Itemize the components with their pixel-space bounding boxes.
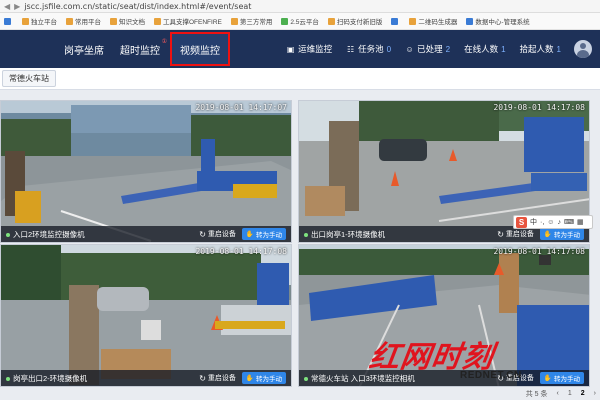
camera-name: 岗亭出口2-环境摄像机 — [6, 373, 87, 384]
restart-device-button[interactable]: ↻ 重启设备 — [199, 373, 236, 383]
camera-feed[interactable]: 2019-08-01 14:17:07 入口2环境监控摄像机 ↻ 重启设备 ✋ 转为… — [0, 100, 292, 243]
camera-toolbar: 入口2环境监控摄像机 ↻ 重启设备 ✋ 转为手动 — [1, 226, 291, 242]
tab-video-monitor[interactable]: 视频监控 — [170, 32, 230, 66]
folder-icon — [230, 17, 238, 25]
punctuation-icon[interactable]: ·, — [540, 219, 544, 226]
user-check-icon: ☺ — [405, 44, 414, 54]
switch-manual-button[interactable]: ✋ 转为手动 — [539, 228, 584, 240]
camera-feed[interactable]: 2019-08-01 14:17:08 岗亭出口2-环境摄像机 ↻ 重启设备 ✋ 转… — [0, 244, 292, 387]
bookmark[interactable]: 独立平台 — [22, 16, 57, 26]
bookmark[interactable]: 二维码生成器 — [409, 16, 457, 26]
camera-video-frame — [1, 101, 291, 242]
prev-page-button[interactable]: ‹ — [557, 390, 559, 397]
globe-icon — [281, 17, 289, 25]
refresh-icon: ↻ — [199, 229, 206, 239]
online-dot-icon — [6, 376, 10, 381]
watermark-logo: 红网时刻 REDNET.CN — [367, 340, 522, 381]
page-icon — [466, 17, 474, 25]
mic-icon[interactable]: ♪ — [557, 219, 561, 226]
grid-icon[interactable]: ▦ — [577, 218, 584, 226]
online-dot-icon — [304, 232, 308, 237]
restart-device-button[interactable]: ↻ 重启设备 — [497, 229, 534, 239]
folder-icon — [110, 17, 117, 25]
bookmark[interactable]: 扫码支付新旧版 — [327, 16, 382, 26]
camera-name: 出口岗亭1-环境摄像机 — [304, 229, 385, 240]
bookmark[interactable] — [4, 17, 13, 25]
bookmark[interactable] — [391, 17, 400, 25]
switch-manual-button[interactable]: ✋ 转为手动 — [241, 228, 286, 240]
pickup-count: 拾起人数 1 — [519, 44, 561, 54]
bookmark[interactable]: 常用平台 — [66, 16, 101, 26]
app-header: 岗亭坐席 超时监控 ① 视频监控 ▣ 运维监控 ☷ 任务池 0 ☺ 已处理 2 在… — [0, 30, 600, 68]
avatar[interactable] — [574, 40, 592, 58]
task-pool-button[interactable]: ☷ 任务池 0 — [339, 30, 398, 68]
camera-video-frame — [1, 245, 291, 386]
folder-icon — [327, 17, 335, 25]
camera-timestamp: 2019-08-01 14:17:08 — [195, 247, 287, 256]
hand-icon: ✋ — [245, 231, 254, 238]
page-1-button[interactable]: 1 — [568, 390, 572, 397]
page-icon — [391, 17, 399, 25]
ime-toolbar[interactable]: S 中 ·, ☺ ♪ ⌨ ▦ — [513, 215, 593, 229]
camera-timestamp: 2019-08-01 14:17:07 — [195, 103, 287, 112]
ops-monitor-button[interactable]: ▣ 运维监控 — [279, 30, 339, 68]
task-pool-count: 0 — [386, 44, 392, 54]
tab-timeout-monitor[interactable]: 超时监控 ① — [112, 30, 168, 68]
bookmark-icon — [4, 17, 11, 25]
ime-logo-icon: S — [516, 216, 527, 228]
online-dot-icon — [6, 232, 10, 237]
ime-mode[interactable]: 中 — [530, 217, 537, 227]
bookmark[interactable]: 知识文档 — [110, 16, 145, 26]
processed-button[interactable]: ☺ 已处理 2 — [398, 30, 457, 68]
address-bar[interactable]: ◀ ▶ jscc.jsfile.com.cn/static/seat/dist/… — [0, 0, 600, 13]
emoji-icon[interactable]: ☺ — [547, 219, 554, 226]
page-2-button[interactable]: 2 — [581, 390, 585, 397]
online-dot-icon — [304, 376, 308, 381]
refresh-icon: ↻ — [497, 229, 504, 239]
url-text[interactable]: jscc.jsfile.com.cn/static/seat/dist/inde… — [24, 2, 251, 11]
folder-icon — [66, 17, 73, 25]
camera-timestamp: 2019-08-01 14:17:08 — [493, 247, 585, 256]
station-bar: 常德火车站 — [0, 68, 600, 90]
refresh-icon: ↻ — [199, 373, 206, 383]
next-page-button[interactable]: › — [594, 390, 596, 397]
folder-icon — [409, 17, 417, 25]
bookmark[interactable]: 第三方常用 — [230, 16, 272, 26]
station-select[interactable]: 常德火车站 — [2, 70, 56, 87]
bookmark[interactable]: 2.5云平台 — [281, 16, 319, 26]
back-icon[interactable]: ◀ — [4, 2, 10, 11]
hand-icon: ✋ — [245, 375, 254, 382]
folder-icon — [22, 17, 29, 25]
processed-count: 2 — [445, 44, 451, 54]
task-icon: ☷ — [347, 44, 355, 54]
header-status-group: ▣ 运维监控 ☷ 任务池 0 ☺ 已处理 2 在线人数 1 拾起人数 1 — [279, 30, 600, 68]
total-count: 共 5 条 — [525, 390, 548, 398]
folder-icon — [154, 17, 161, 25]
forward-icon[interactable]: ▶ — [14, 2, 20, 11]
monitor-icon: ▣ — [286, 44, 295, 54]
camera-timestamp: 2019-08-01 14:17:08 — [493, 103, 585, 112]
online-count: 在线人数 1 — [464, 44, 506, 54]
camera-toolbar: 岗亭出口2-环境摄像机 ↻ 重启设备 ✋ 转为手动 — [1, 370, 291, 386]
timeout-badge: ① — [161, 39, 167, 45]
pagination: 共 5 条 ‹ 1 2 › — [526, 387, 596, 400]
restart-device-button[interactable]: ↻ 重启设备 — [199, 229, 236, 239]
keyboard-icon[interactable]: ⌨ — [564, 218, 574, 226]
hand-icon: ✋ — [543, 231, 552, 238]
switch-manual-button[interactable]: ✋ 转为手动 — [241, 372, 286, 384]
tab-booth-seat[interactable]: 岗亭坐席 — [56, 30, 112, 68]
camera-name: 入口2环境监控摄像机 — [6, 229, 85, 240]
bookmarks-bar: 独立平台 常用平台 知识文档 工具支撑OFENFIRE 第三方常用 2.5云平台… — [0, 13, 600, 30]
bookmark[interactable]: 数据中心-管理系统 — [466, 16, 530, 26]
bookmark[interactable]: 工具支撑OFENFIRE — [154, 16, 222, 26]
